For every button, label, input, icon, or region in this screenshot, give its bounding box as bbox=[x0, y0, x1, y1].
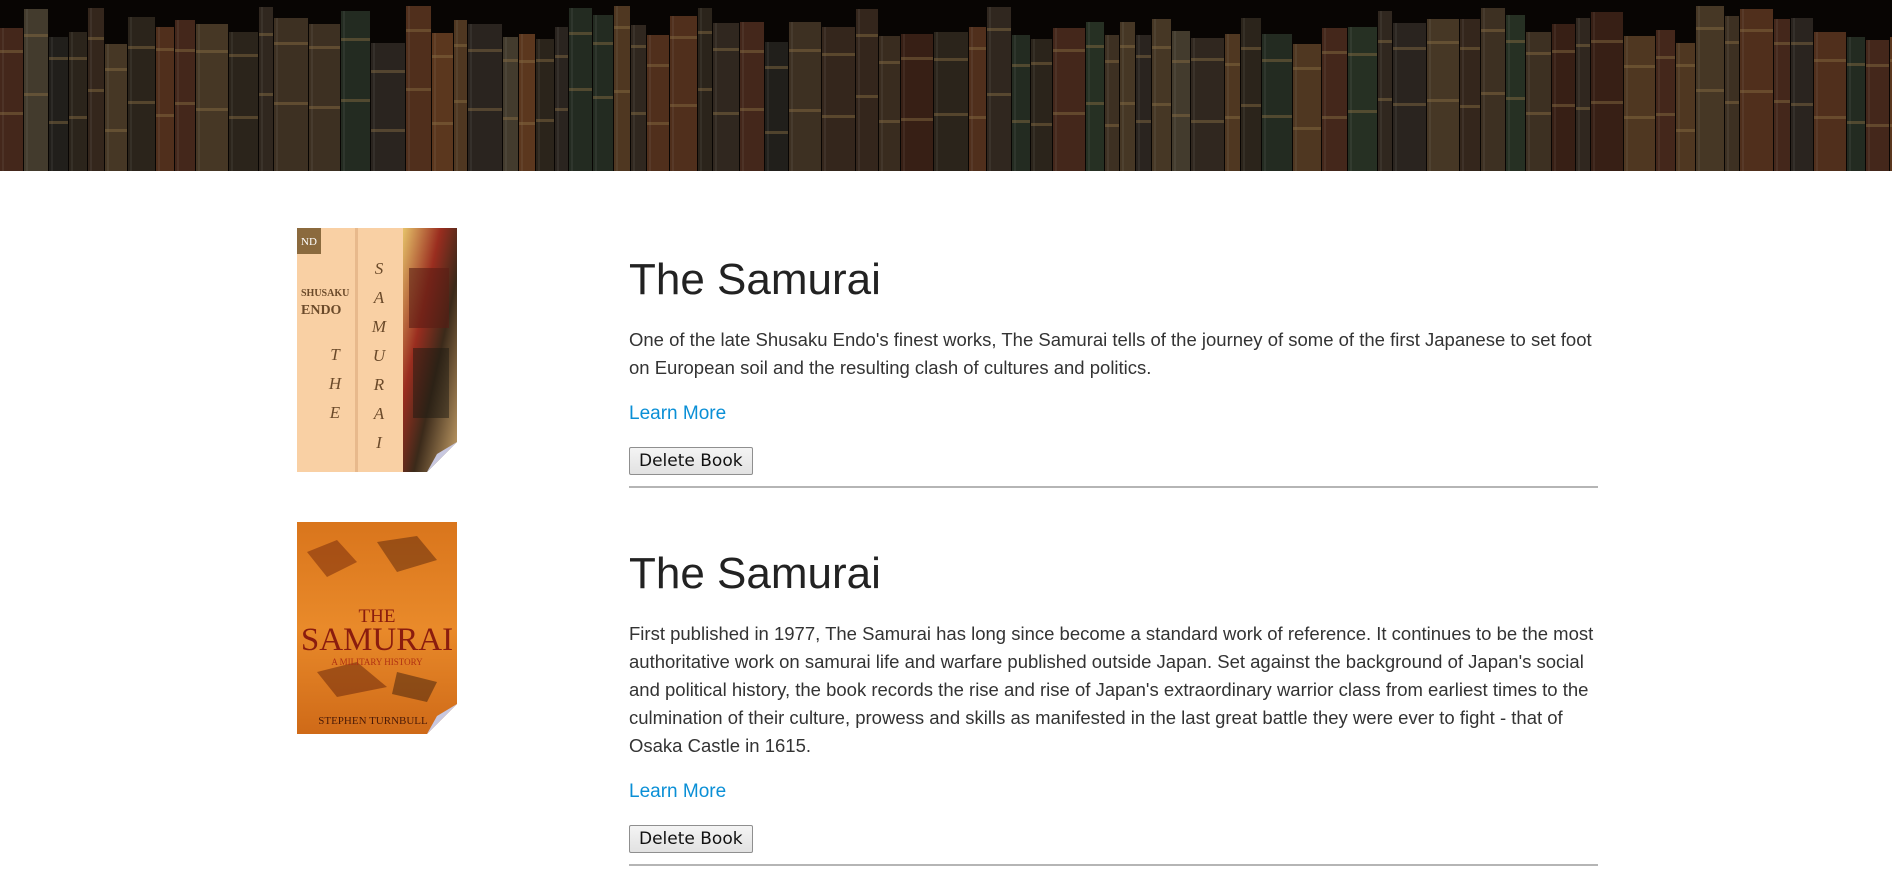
svg-text:ENDO: ENDO bbox=[301, 303, 342, 318]
svg-text:H: H bbox=[328, 374, 343, 393]
svg-text:E: E bbox=[329, 403, 341, 422]
book-title: The Samurai bbox=[629, 255, 881, 304]
bookshelf-image bbox=[0, 0, 1892, 171]
svg-text:A: A bbox=[373, 404, 385, 423]
svg-text:SHUSAKU: SHUSAKU bbox=[301, 288, 349, 299]
book-title: The Samurai bbox=[629, 549, 881, 598]
divider bbox=[629, 486, 1598, 488]
svg-text:A MILITARY HISTORY: A MILITARY HISTORY bbox=[331, 657, 423, 667]
divider bbox=[629, 864, 1598, 866]
learn-more-link[interactable]: Learn More bbox=[629, 780, 726, 804]
publisher-mark: ND bbox=[301, 236, 317, 248]
svg-text:T: T bbox=[330, 345, 341, 364]
book-cover-turnbull[interactable]: THE SAMURAI A MILITARY HISTORY STEPHEN T… bbox=[297, 522, 457, 734]
svg-text:R: R bbox=[373, 375, 385, 394]
svg-text:STEPHEN TURNBULL: STEPHEN TURNBULL bbox=[318, 715, 428, 727]
delete-book-button[interactable]: Delete Book bbox=[629, 825, 753, 853]
learn-more-link[interactable]: Learn More bbox=[629, 402, 726, 426]
book-details: The Samurai One of the late Shusaku Endo… bbox=[629, 254, 1598, 488]
svg-text:S: S bbox=[375, 259, 384, 278]
book-cover-endo[interactable]: ND SHUSAKU ENDO T H E S A M U R A I bbox=[297, 228, 457, 472]
book-details: The Samurai First published in 1977, The… bbox=[629, 548, 1598, 866]
book-description: One of the late Shusaku Endo's finest wo… bbox=[629, 329, 1592, 378]
delete-book-button[interactable]: Delete Book bbox=[629, 447, 753, 475]
svg-text:A: A bbox=[373, 288, 385, 307]
svg-text:SAMURAI: SAMURAI bbox=[301, 622, 453, 658]
bookshelf-banner bbox=[0, 0, 1892, 171]
book-description: First published in 1977, The Samurai has… bbox=[629, 623, 1594, 756]
svg-text:M: M bbox=[371, 317, 387, 336]
svg-text:U: U bbox=[373, 346, 387, 365]
